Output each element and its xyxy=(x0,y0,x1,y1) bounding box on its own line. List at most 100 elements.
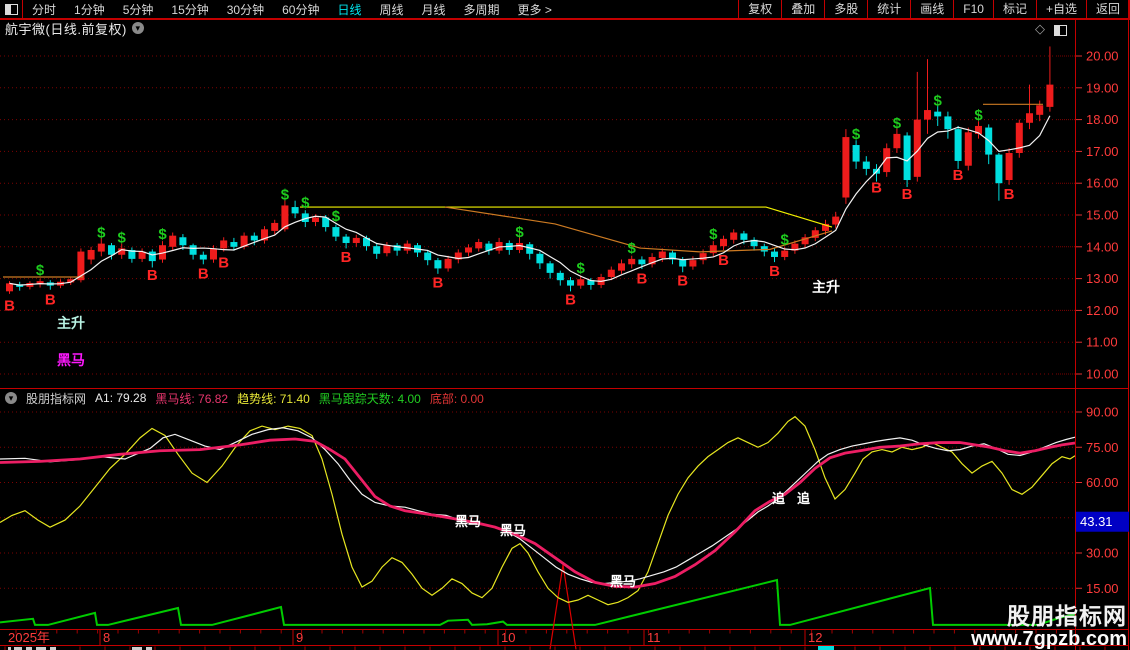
buy-signal-marker: B xyxy=(677,273,688,290)
trading-app-window: 分时 1分钟 5分钟 15分钟 30分钟 60分钟 日线 周线 月线 多周期 更多 > 复权 叠加 多股… xyxy=(0,0,1130,650)
buy-signal-marker: B xyxy=(341,249,352,266)
candlestick xyxy=(852,145,860,162)
indicator-value: 黑马线: 76.82 xyxy=(155,391,229,406)
chart-annotation: 主升 xyxy=(812,279,840,295)
candlestick xyxy=(730,232,738,240)
indicator-annotation: 黑马 xyxy=(500,523,526,538)
candlestick xyxy=(658,251,666,258)
indicator-value: 趋势线: 71.40 xyxy=(237,391,310,406)
buy-signal-marker: B xyxy=(198,266,209,283)
candlestick xyxy=(210,248,217,260)
candlestick xyxy=(893,133,901,149)
candlestick xyxy=(556,272,564,281)
candlestick xyxy=(618,263,625,271)
price-axis-label: 10.00 xyxy=(1086,367,1119,382)
chart-canvas[interactable]: B BB BB BBBB BBBB BBB$$ $ $$ $$$$$$ $$$$$主升主升黑马黑马… xyxy=(0,0,1130,650)
candlestick xyxy=(720,238,727,247)
indicator-annotation: 追 xyxy=(797,491,811,506)
time-axis-label: 2025年 xyxy=(8,630,50,645)
candlestick xyxy=(352,237,360,243)
price-axis-label: 15.00 xyxy=(1086,208,1119,223)
time-axis-label: 9 xyxy=(296,630,303,645)
price-axis-label: 12.00 xyxy=(1086,303,1119,318)
sell-signal-marker: $ xyxy=(893,115,902,132)
candlestick xyxy=(964,132,972,166)
candlestick xyxy=(699,253,707,261)
price-axis-label: 13.00 xyxy=(1086,271,1119,286)
sell-signal-marker: $ xyxy=(974,107,983,124)
buy-signal-marker: B xyxy=(902,186,913,203)
sell-signal-marker: $ xyxy=(36,262,45,279)
candlestick xyxy=(934,111,942,117)
indicator-annotation: 黑马 xyxy=(455,514,481,529)
candlestick xyxy=(383,245,391,254)
indicator-value: 黑马跟踪天数: 4.00 xyxy=(318,391,421,406)
candlestick xyxy=(546,263,554,273)
黑马线-magenta xyxy=(0,437,1076,589)
buy-signal-marker: B xyxy=(953,167,964,184)
buy-signal-marker: B xyxy=(218,254,229,271)
sell-signal-marker: $ xyxy=(118,229,127,246)
candlestick xyxy=(1036,105,1044,115)
price-axis-label: 17.00 xyxy=(1086,144,1119,159)
candlestick xyxy=(179,237,187,246)
candlestick xyxy=(199,254,207,260)
sell-signal-marker: $ xyxy=(852,126,861,143)
price-axis-label: 20.00 xyxy=(1086,49,1119,64)
candlestick xyxy=(1046,84,1054,107)
buy-signal-marker: B xyxy=(45,292,56,309)
watermark-site-name: 股朋指标网 xyxy=(1007,603,1127,630)
sell-signal-marker: $ xyxy=(628,240,637,257)
sell-signal-marker: $ xyxy=(781,232,790,249)
value-axis-label: 75.00 xyxy=(1086,440,1119,455)
sell-signal-marker: $ xyxy=(709,226,718,243)
底部-red-spike xyxy=(549,564,577,650)
indicator-value: 股朋指标网 xyxy=(26,391,87,406)
跟踪天数-green xyxy=(0,578,1076,626)
candlestick xyxy=(740,233,748,240)
price-axis-label: 19.00 xyxy=(1086,80,1119,95)
candlestick xyxy=(291,207,299,214)
candlestick xyxy=(679,259,687,267)
candlestick xyxy=(424,252,432,261)
candlestick xyxy=(832,216,840,225)
time-axis-label: 11 xyxy=(647,630,661,645)
candlestick xyxy=(444,258,452,269)
clipped-pane-fragment xyxy=(818,646,834,650)
candlestick xyxy=(108,245,115,255)
indicator-value: 底部: 0.00 xyxy=(429,391,484,406)
candlestick xyxy=(567,280,574,286)
buy-signal-marker: B xyxy=(718,252,729,269)
candlestick xyxy=(230,242,238,247)
candlestick xyxy=(169,235,177,247)
value-axis-label: 60.00 xyxy=(1086,475,1119,490)
price-axis-label: 11.00 xyxy=(1086,335,1118,350)
price-axis-label: 16.00 xyxy=(1086,176,1119,191)
candlestick xyxy=(862,161,870,169)
sell-signal-marker: $ xyxy=(515,224,524,241)
candlestick xyxy=(842,137,850,198)
chart-annotation: 黑马 xyxy=(57,352,85,368)
candlestick xyxy=(373,246,381,254)
buy-signal-marker: B xyxy=(565,292,576,309)
candlestick xyxy=(342,236,350,243)
sell-signal-marker: $ xyxy=(281,186,290,203)
buy-signal-marker: B xyxy=(871,180,882,197)
candlestick xyxy=(312,217,319,222)
candlestick xyxy=(781,250,789,257)
candlestick xyxy=(434,260,442,269)
candlestick xyxy=(271,222,279,231)
candlestick xyxy=(638,259,646,265)
indicator-value: A1: 79.28 xyxy=(95,391,147,405)
candlestick xyxy=(97,243,105,252)
sell-signal-marker: $ xyxy=(332,208,341,225)
candlestick xyxy=(1005,152,1013,181)
candlestick xyxy=(883,148,891,173)
candlestick xyxy=(189,245,197,255)
candlestick xyxy=(954,129,962,161)
yellow-trend-line xyxy=(300,206,833,228)
sell-signal-marker: $ xyxy=(158,226,167,243)
collapse-chevron-icon[interactable]: ▾ xyxy=(5,392,17,404)
chart-annotation: 主升 xyxy=(57,315,85,331)
buy-signal-marker: B xyxy=(1004,186,1015,203)
